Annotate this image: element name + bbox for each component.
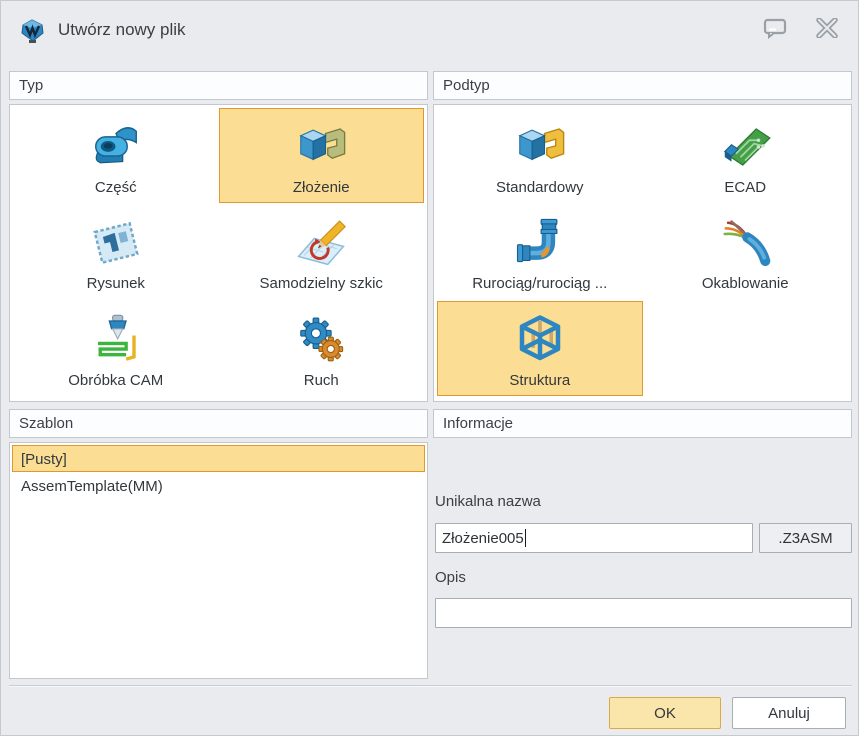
comment-icon[interactable]: [762, 15, 788, 41]
text-caret: [525, 529, 526, 547]
gears-icon: [294, 309, 348, 371]
wiring-icon: [718, 212, 772, 274]
typ-item-label: Obróbka CAM: [68, 372, 163, 389]
standard-assembly-icon: [513, 116, 567, 178]
typ-header-label: Typ: [19, 77, 43, 94]
description-label: Opis: [435, 569, 466, 586]
typ-item-czesc[interactable]: Część: [13, 108, 219, 203]
podtyp-item-label: ECAD: [724, 179, 766, 196]
typ-item-label: Złożenie: [293, 179, 350, 196]
podtyp-empty-cell: [643, 301, 849, 396]
typ-item-zlozenie[interactable]: Złożenie: [219, 108, 425, 203]
template-list: [Pusty] AssemTemplate(MM): [9, 442, 428, 679]
typ-item-label: Ruch: [304, 372, 339, 389]
unique-name-input[interactable]: Złożenie005: [435, 523, 753, 553]
podtyp-item-standardowy[interactable]: Standardowy: [437, 108, 643, 203]
file-extension-box: .Z3ASM: [759, 523, 852, 553]
typ-item-cam[interactable]: Obróbka CAM: [13, 301, 219, 396]
podtyp-item-rurociag[interactable]: Rurociąg/rurociąg ...: [437, 205, 643, 300]
piping-icon: [513, 212, 567, 274]
typ-panel: Część Złożenie: [9, 104, 428, 402]
szablon-panel-header: Szablon: [9, 409, 428, 438]
typ-item-label: Część: [95, 179, 137, 196]
close-icon[interactable]: [814, 15, 840, 41]
part-icon: [89, 116, 143, 178]
description-input[interactable]: [435, 598, 852, 628]
podtyp-item-okablowanie[interactable]: Okablowanie: [643, 205, 849, 300]
drawing-icon: [89, 212, 143, 274]
ecad-board-icon: [718, 116, 772, 178]
dialog-title: Utwórz nowy plik: [58, 20, 186, 40]
podtyp-panel-header: Podtyp: [433, 71, 852, 100]
structure-cube-icon: [513, 309, 567, 371]
podtyp-item-label: Struktura: [509, 372, 570, 389]
template-item-pusty[interactable]: [Pusty]: [12, 445, 425, 472]
typ-item-rysunek[interactable]: Rysunek: [13, 205, 219, 300]
unique-name-value: Złożenie005: [442, 530, 524, 547]
footer-divider: [9, 685, 852, 687]
typ-panel-header: Typ: [9, 71, 428, 100]
template-item-assemtemplate[interactable]: AssemTemplate(MM): [12, 472, 425, 499]
app-logo-icon: [19, 17, 46, 44]
unique-name-label: Unikalna nazwa: [435, 493, 541, 510]
typ-item-label: Rysunek: [87, 275, 145, 292]
cancel-button[interactable]: Anuluj: [732, 697, 846, 729]
informacje-panel-header: Informacje: [433, 409, 852, 438]
podtyp-item-label: Rurociąg/rurociąg ...: [472, 275, 607, 292]
podtyp-header-label: Podtyp: [443, 77, 490, 94]
typ-item-label: Samodzielny szkic: [260, 275, 383, 292]
create-new-file-dialog: Utwórz nowy plik Typ: [0, 0, 859, 736]
podtyp-item-ecad[interactable]: ECAD: [643, 108, 849, 203]
informacje-header-label: Informacje: [443, 415, 513, 432]
podtyp-item-label: Standardowy: [496, 179, 584, 196]
szablon-header-label: Szablon: [19, 415, 73, 432]
podtyp-panel: Standardowy ECAD: [433, 104, 852, 402]
assembly-icon: [294, 116, 348, 178]
titlebar: Utwórz nowy plik: [1, 1, 858, 59]
podtyp-item-struktura[interactable]: Struktura: [437, 301, 643, 396]
typ-item-ruch[interactable]: Ruch: [219, 301, 425, 396]
sketch-icon: [294, 212, 348, 274]
typ-item-szkic[interactable]: Samodzielny szkic: [219, 205, 425, 300]
podtyp-item-label: Okablowanie: [702, 275, 789, 292]
ok-button[interactable]: OK: [609, 697, 721, 729]
cam-icon: [89, 309, 143, 371]
